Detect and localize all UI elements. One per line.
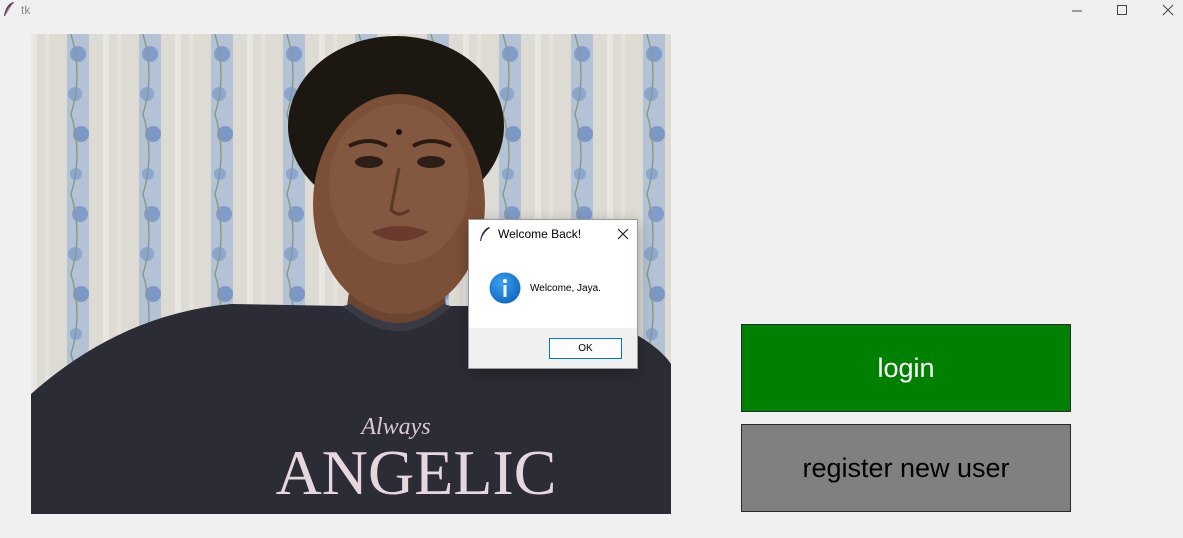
minimize-button[interactable] bbox=[1054, 0, 1100, 20]
window-title: tk bbox=[21, 3, 31, 17]
maximize-icon bbox=[1117, 5, 1127, 15]
close-icon bbox=[617, 228, 629, 240]
window-titlebar: tk bbox=[0, 0, 1183, 20]
close-icon bbox=[1162, 4, 1174, 16]
maximize-button[interactable] bbox=[1099, 0, 1145, 20]
shirt-main-text: ANGELIC bbox=[276, 437, 557, 508]
dialog-message: Welcome, Jaya. bbox=[530, 283, 601, 294]
dialog-titlebar: Welcome Back! bbox=[469, 220, 637, 248]
dialog-footer: OK bbox=[469, 328, 637, 368]
ok-button[interactable]: OK bbox=[549, 338, 622, 359]
minimize-icon bbox=[1072, 10, 1082, 12]
dialog-body: Welcome, Jaya. bbox=[469, 248, 637, 328]
dialog-close-button[interactable] bbox=[611, 224, 635, 244]
info-icon bbox=[489, 272, 521, 304]
dialog-title: Welcome Back! bbox=[498, 227, 582, 241]
register-new-user-button[interactable]: register new user bbox=[741, 424, 1071, 512]
feather-icon bbox=[480, 227, 490, 241]
welcome-dialog: Welcome Back! Welcome, Jaya. OK bbox=[468, 219, 638, 369]
feather-icon bbox=[4, 1, 14, 16]
close-window-button[interactable] bbox=[1145, 0, 1183, 20]
login-button[interactable]: login bbox=[741, 324, 1071, 412]
